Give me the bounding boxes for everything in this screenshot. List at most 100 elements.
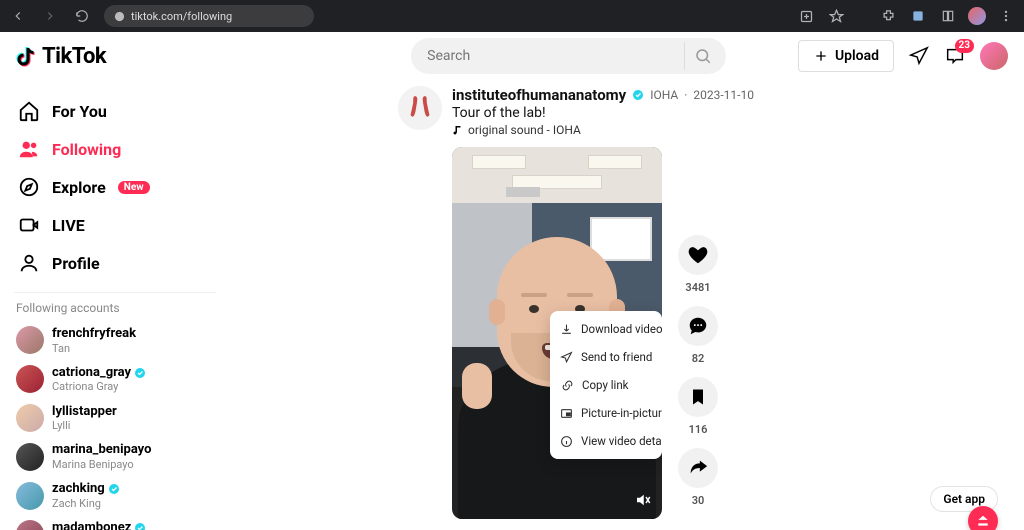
url-bar[interactable]: tiktok.com/following bbox=[104, 5, 314, 27]
link-icon bbox=[560, 379, 574, 392]
browser-profile-avatar[interactable] bbox=[968, 7, 986, 25]
nav-label: Explore bbox=[52, 178, 106, 197]
following-account[interactable]: marina_benipayoMarina Benipayo bbox=[8, 437, 222, 476]
info-icon bbox=[560, 435, 573, 448]
post: instituteofhumananatomy IOHA · 2023-11-1… bbox=[398, 86, 918, 519]
following-account[interactable]: zachkingZach King bbox=[8, 476, 222, 515]
nav-label: For You bbox=[52, 102, 107, 121]
inbox-icon[interactable]: 23 bbox=[944, 45, 966, 67]
main-feed: instituteofhumananatomy IOHA · 2023-11-1… bbox=[222, 80, 1024, 530]
site-info-icon bbox=[114, 11, 125, 22]
nav-profile[interactable]: Profile bbox=[8, 244, 222, 282]
messages-icon[interactable] bbox=[908, 45, 930, 67]
scroll-top-button[interactable] bbox=[968, 506, 998, 530]
nav-label: LIVE bbox=[52, 216, 85, 235]
video-player[interactable]: Download video Send to friend Copy link … bbox=[452, 147, 662, 519]
account-username: catriona_gray bbox=[52, 365, 146, 381]
forward-icon[interactable] bbox=[40, 6, 60, 26]
account-displayname: Lylli bbox=[52, 419, 117, 432]
tiktok-logo[interactable]: TikTok bbox=[16, 44, 106, 69]
post-author-avatar[interactable] bbox=[398, 86, 442, 130]
video-context-menu: Download video Send to friend Copy link … bbox=[550, 311, 662, 459]
like-button[interactable] bbox=[678, 235, 718, 275]
chevron-up-icon bbox=[976, 514, 990, 528]
post-sound[interactable]: original sound - IOHA bbox=[452, 123, 754, 137]
like-count: 3481 bbox=[685, 281, 710, 294]
verified-badge-icon bbox=[632, 89, 644, 101]
account-avatar bbox=[16, 520, 44, 530]
nav-label: Profile bbox=[52, 254, 100, 273]
following-account[interactable]: lyllistapperLylli bbox=[8, 399, 222, 438]
sidebar: For You Following Explore New LIVE Profi… bbox=[0, 80, 222, 530]
account-avatar bbox=[16, 482, 44, 510]
anatomy-logo-icon bbox=[403, 91, 437, 125]
verified-badge-icon bbox=[134, 367, 146, 379]
nav-for-you[interactable]: For You bbox=[8, 92, 222, 130]
account-displayname: Zach King bbox=[52, 497, 120, 510]
browser-menu-icon[interactable] bbox=[996, 6, 1016, 26]
ctx-download[interactable]: Download video bbox=[550, 315, 662, 343]
post-date: 2023-11-10 bbox=[693, 88, 754, 102]
account-username: marina_benipayo bbox=[52, 442, 151, 458]
account-displayname: Catriona Gray bbox=[52, 380, 146, 393]
account-avatar bbox=[16, 326, 44, 354]
post-username: instituteofhumananatomy bbox=[452, 86, 626, 104]
following-account[interactable]: frenchfryfreakTan bbox=[8, 321, 222, 360]
download-icon bbox=[560, 323, 573, 336]
post-caption: Tour of the lab! bbox=[452, 105, 754, 121]
comment-icon bbox=[687, 315, 709, 337]
pip-icon bbox=[560, 407, 573, 420]
browser-chrome: tiktok.com/following bbox=[0, 0, 1024, 32]
nav-explore[interactable]: Explore New bbox=[8, 168, 222, 206]
bookmark-icon[interactable] bbox=[826, 6, 846, 26]
following-section-title: Following accounts bbox=[8, 301, 222, 321]
action-rail: 3481 82 116 30 bbox=[678, 235, 718, 519]
account-avatar bbox=[16, 404, 44, 432]
ext2-icon[interactable] bbox=[938, 6, 958, 26]
extensions-icon[interactable] bbox=[878, 6, 898, 26]
share-button[interactable] bbox=[678, 448, 718, 488]
home-icon bbox=[16, 100, 42, 122]
ctx-details[interactable]: View video details bbox=[550, 427, 662, 455]
search-icon[interactable] bbox=[684, 42, 720, 70]
logo-text: TikTok bbox=[42, 44, 106, 69]
account-avatar bbox=[16, 365, 44, 393]
heart-icon bbox=[687, 244, 709, 266]
plus-icon bbox=[813, 48, 829, 64]
people-icon bbox=[16, 138, 42, 160]
comment-button[interactable] bbox=[678, 306, 718, 346]
nav-live[interactable]: LIVE bbox=[8, 206, 222, 244]
account-displayname: Marina Benipayo bbox=[52, 458, 151, 471]
account-username: zachking bbox=[52, 481, 120, 497]
tiktok-logo-icon bbox=[16, 44, 40, 68]
divider bbox=[14, 292, 216, 293]
back-icon[interactable] bbox=[8, 6, 28, 26]
install-app-icon[interactable] bbox=[796, 6, 816, 26]
following-account[interactable]: catriona_grayCatriona Gray bbox=[8, 360, 222, 399]
search-box[interactable] bbox=[411, 38, 726, 74]
share-count: 30 bbox=[692, 494, 705, 507]
nav-label: Following bbox=[52, 140, 121, 159]
ext1-icon[interactable] bbox=[908, 6, 928, 26]
person-icon bbox=[16, 252, 42, 274]
new-badge: New bbox=[118, 181, 150, 194]
account-displayname: Tan bbox=[52, 342, 136, 355]
ctx-pip[interactable]: Picture-in-picture bbox=[550, 399, 662, 427]
live-icon bbox=[16, 214, 42, 236]
profile-avatar[interactable] bbox=[980, 42, 1008, 70]
url-text: tiktok.com/following bbox=[131, 10, 232, 23]
save-button[interactable] bbox=[678, 377, 718, 417]
mute-icon[interactable] bbox=[632, 489, 654, 511]
account-username: frenchfryfreak bbox=[52, 326, 136, 342]
search-input[interactable] bbox=[427, 48, 684, 64]
nav-following[interactable]: Following bbox=[8, 130, 222, 168]
verified-badge-icon bbox=[134, 522, 146, 530]
ctx-send[interactable]: Send to friend bbox=[550, 343, 662, 371]
following-account[interactable]: madambonezMegan Young bbox=[8, 515, 222, 530]
reload-icon[interactable] bbox=[72, 6, 92, 26]
upload-label: Upload bbox=[835, 48, 879, 64]
post-nickname: IOHA bbox=[650, 88, 678, 102]
post-header-line[interactable]: instituteofhumananatomy IOHA · 2023-11-1… bbox=[452, 86, 754, 104]
ctx-copy-link[interactable]: Copy link bbox=[550, 371, 662, 399]
upload-button[interactable]: Upload bbox=[798, 40, 894, 72]
